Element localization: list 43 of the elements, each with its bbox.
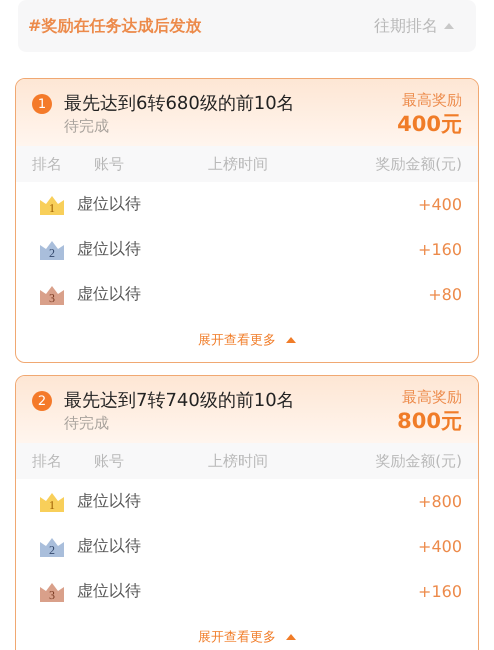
caret-up-icon: [286, 336, 296, 342]
crown-medal-icon: 1: [40, 194, 64, 214]
task-status: 待完成: [64, 117, 110, 136]
expand-more-link[interactable]: 展开查看更多: [16, 317, 478, 362]
table-cell-text: +160: [417, 582, 462, 601]
table-cell-text: +800: [417, 492, 462, 511]
table-cell-text: +80: [427, 285, 462, 304]
task-number: 2: [32, 391, 52, 411]
notice-text: #奖励在任务达成后发放: [28, 16, 202, 36]
table-cell-text: 虚位以待: [77, 239, 142, 260]
column-header: 账号: [94, 154, 125, 174]
column-header: 排名: [32, 154, 63, 174]
crown-medal-icon: 1: [40, 492, 64, 512]
table-cell-text: 虚位以待: [77, 536, 142, 557]
task-status: 待完成: [64, 414, 110, 433]
history-ranking-link[interactable]: 往期排名: [374, 16, 454, 36]
column-header: 排名: [32, 452, 63, 470]
task-title: 最先达到6转680级的前10名: [64, 92, 296, 115]
table-cell-text: +400: [417, 537, 462, 556]
reward-amount: 800元: [397, 408, 462, 435]
task-title: 最先达到7转740级的前10名: [64, 389, 296, 412]
column-header: 奖励金额(元): [374, 452, 462, 470]
table-cell-text: 虚位以待: [77, 581, 142, 602]
column-header: 账号: [94, 452, 125, 470]
task-number: 1: [32, 94, 52, 114]
reward-amount: 400元: [397, 111, 462, 138]
reward-label: 最高奖励: [402, 91, 462, 110]
table-cell-text: +400: [417, 195, 462, 214]
column-header: 上榜时间: [207, 154, 269, 174]
column-header: 奖励金额(元): [374, 154, 462, 174]
reward-label: 最高奖励: [402, 388, 462, 407]
column-header: 上榜时间: [207, 452, 269, 470]
crown-medal-icon: 2: [40, 536, 64, 556]
crown-medal-icon: 3: [40, 582, 64, 602]
crown-medal-icon: 2: [40, 240, 64, 260]
expand-more-link[interactable]: 展开查看更多: [16, 614, 478, 650]
table-cell-text: 虚位以待: [77, 194, 142, 215]
crown-medal-icon: 3: [40, 284, 64, 304]
table-cell-text: 虚位以待: [77, 284, 142, 305]
caret-up-icon: [444, 23, 454, 29]
table-cell-text: 虚位以待: [77, 491, 142, 512]
table-cell-text: +160: [417, 240, 462, 259]
caret-up-icon: [286, 634, 296, 640]
